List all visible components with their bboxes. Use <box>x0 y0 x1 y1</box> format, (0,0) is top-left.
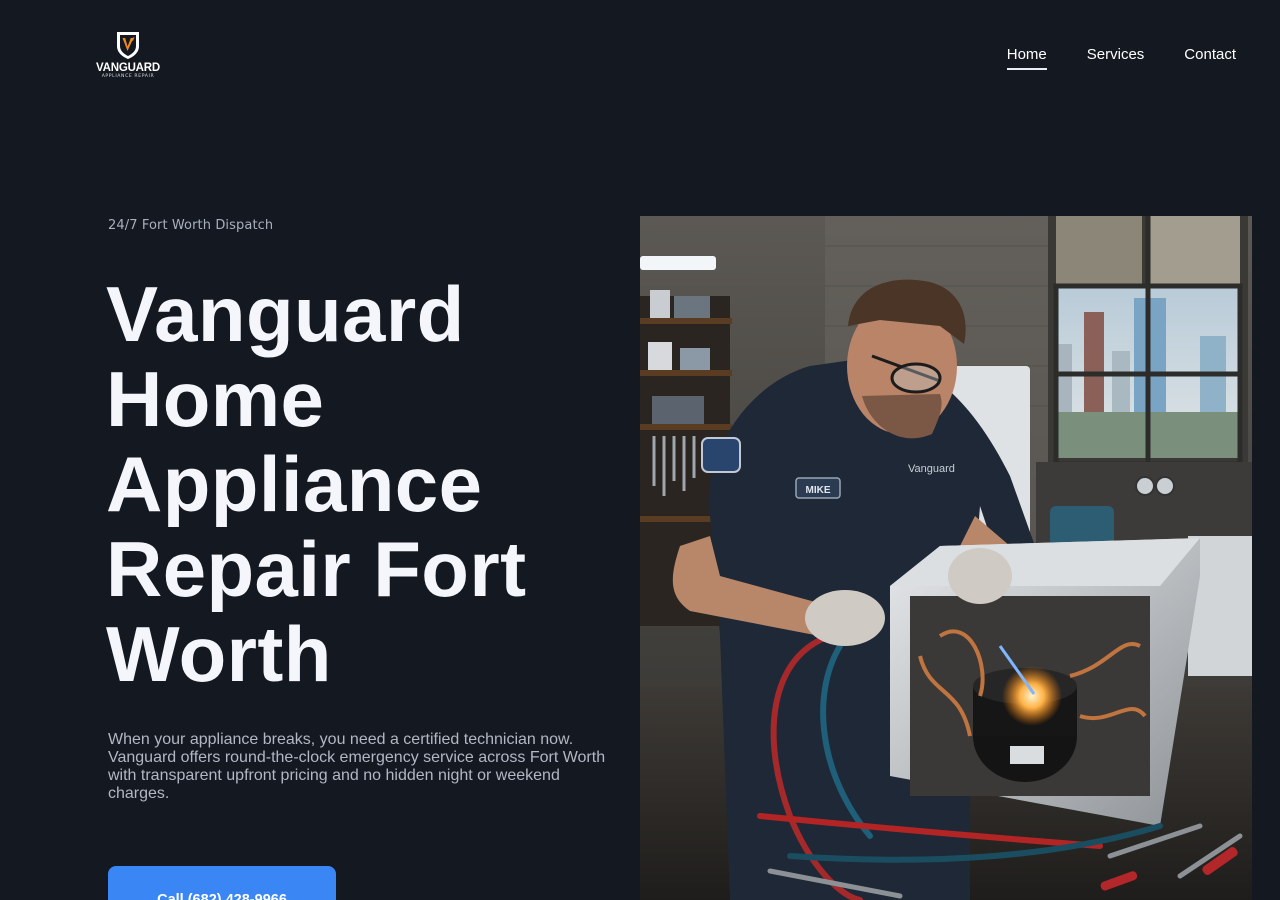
nav-item-services[interactable]: Services <box>1087 46 1145 68</box>
shield-v-icon <box>117 32 139 59</box>
call-button[interactable]: Call (682) 428-9966 <box>108 866 336 900</box>
technician-photo: MIKE Vanguard <box>640 216 1252 900</box>
brand-logo[interactable]: VANGUARD APPLIANCE REPAIR <box>96 30 160 84</box>
brand-tagline: APPLIANCE REPAIR <box>101 74 155 79</box>
brand-name: VANGUARD <box>96 62 160 74</box>
main-nav: Home Services Contact <box>1006 46 1236 70</box>
nav-item-home[interactable]: Home <box>1006 46 1047 70</box>
name-tag-text: MIKE <box>806 485 831 496</box>
hero-description: When your appliance breaks, you need a c… <box>108 731 606 802</box>
shirt-logo-text: Vanguard <box>908 463 955 475</box>
hero-eyebrow: 24/7 Fort Worth Dispatch <box>108 218 274 233</box>
hero-image: MIKE Vanguard <box>640 216 1252 900</box>
nav-item-contact[interactable]: Contact <box>1184 46 1236 68</box>
hero-title: Vanguard Home Appliance Repair Fort Wort… <box>106 270 527 698</box>
